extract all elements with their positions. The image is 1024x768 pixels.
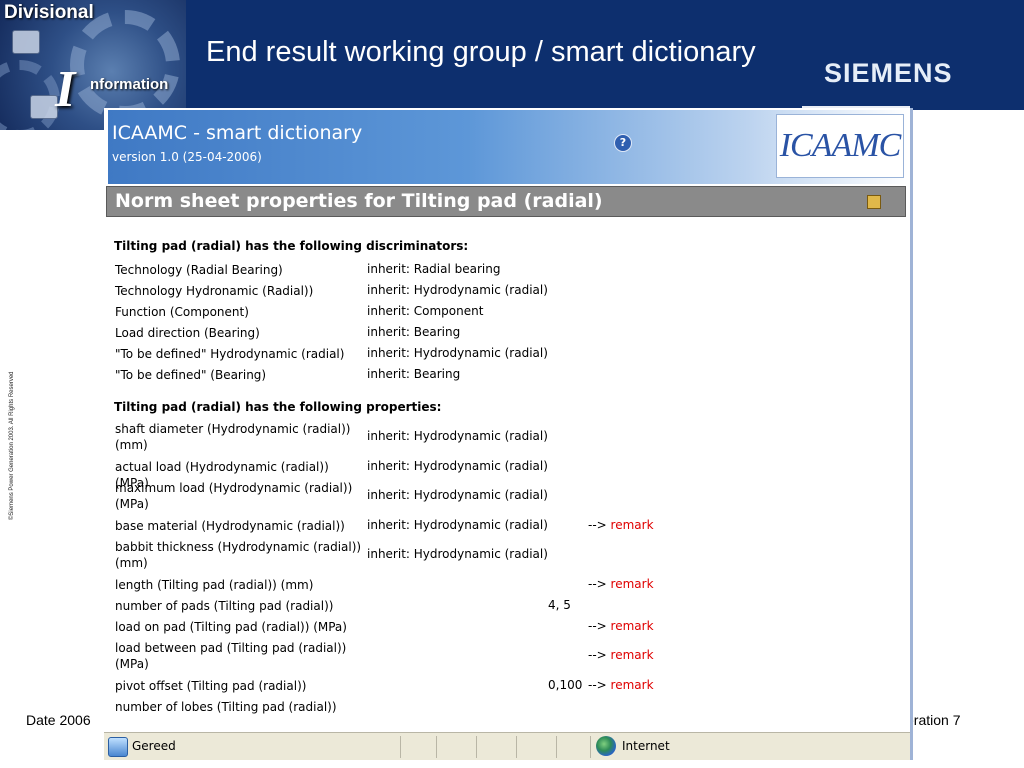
status-segment [436, 736, 477, 758]
keyboard-key-icon [30, 95, 58, 119]
discriminator-name: "To be defined" (Bearing) [115, 368, 267, 382]
property-name: maximum load (Hydrodynamic (radial)) (MP… [115, 481, 353, 511]
footer-right: eration 7 [906, 712, 961, 728]
status-segment [556, 736, 591, 758]
footer-date: Date 2006 [26, 712, 91, 728]
property-name: load on pad (Tilting pad (radial)) (MPa) [115, 620, 347, 634]
discriminators-heading: Tilting pad (radial) has the following d… [114, 239, 469, 253]
property-value: inherit: Hydrodynamic (radial) [367, 488, 548, 502]
discriminator-value: inherit: Component [367, 304, 484, 318]
logo-word-divisional: Divisional [4, 2, 94, 23]
zone-segment [590, 736, 791, 758]
remark-link[interactable]: remark [611, 518, 654, 532]
discriminator-name: "To be defined" Hydrodynamic (radial) [115, 347, 345, 361]
arrow-text: --> [588, 577, 607, 591]
note-icon[interactable] [867, 195, 881, 209]
page-number: 7 [952, 712, 961, 728]
property-name: pivot offset (Tilting pad (radial)) [115, 679, 307, 693]
discriminator-value: inherit: Hydrodynamic (radial) [367, 283, 548, 297]
property-name: load between pad (Tilting pad (radial)) … [115, 641, 347, 671]
property-value: inherit: Hydrodynamic (radial) [367, 547, 548, 561]
discriminator-value: inherit: Hydrodynamic (radial) [367, 346, 548, 360]
property-value: inherit: Hydrodynamic (radial) [367, 518, 548, 532]
remark-link-group: --> remark [588, 518, 654, 532]
app-title-rest: - smart dictionary [187, 122, 363, 144]
property-name: base material (Hydrodynamic (radial)) [115, 519, 345, 533]
arrow-text: --> [588, 648, 607, 662]
keyboard-key-icon [12, 30, 40, 54]
property-extra: 0,100 [548, 678, 583, 692]
help-icon[interactable]: ? [614, 134, 632, 152]
gear-icon [70, 10, 180, 120]
remark-link[interactable]: remark [611, 577, 654, 591]
remark-link[interactable]: remark [611, 648, 654, 662]
globe-icon [596, 736, 616, 756]
discriminator-name: Load direction (Bearing) [115, 326, 260, 340]
arrow-text: --> [588, 678, 607, 692]
section-bar: Norm sheet properties for Tilting pad (r… [106, 186, 906, 217]
discriminator-name: Function (Component) [115, 305, 249, 319]
zone-text: Internet [622, 739, 670, 753]
property-name: babbit thickness (Hydrodynamic (radial))… [115, 540, 362, 570]
status-segment [516, 736, 557, 758]
status-segment [476, 736, 517, 758]
siemens-logo: SIEMENS [824, 58, 953, 88]
logo-big-letter: I [55, 61, 76, 118]
properties-heading: Tilting pad (radial) has the following p… [114, 400, 442, 414]
property-name: shaft diameter (Hydrodynamic (radial)) (… [115, 422, 351, 452]
discriminator-value: inherit: Bearing [367, 367, 461, 381]
app-title-main: ICAAMC [112, 122, 188, 144]
logo-word-information: nformation [90, 76, 169, 93]
status-segment [400, 736, 437, 758]
app-title: ICAAMC - smart dictionary [112, 122, 362, 144]
section-title: Norm sheet properties for Tilting pad (r… [115, 190, 603, 212]
property-value: inherit: Hydrodynamic (radial) [367, 459, 548, 473]
browser-window: ICAAMC - smart dictionary version 1.0 (2… [104, 108, 913, 760]
property-name: number of pads (Tilting pad (radial)) [115, 599, 334, 613]
property-name: number of lobes (Tilting pad (radial)) [115, 700, 337, 714]
discriminator-value: inherit: Radial bearing [367, 262, 501, 276]
copyright-notice: ©Siemens Power Generation 2003. All Righ… [9, 371, 15, 521]
app-header: ICAAMC - smart dictionary version 1.0 (2… [108, 110, 908, 184]
discriminator-name: Technology (Radial Bearing) [115, 263, 283, 277]
property-value: inherit: Hydrodynamic (radial) [367, 429, 548, 443]
remark-link[interactable]: remark [611, 678, 654, 692]
arrow-text: --> [588, 518, 607, 532]
remark-link-group: --> remark [588, 577, 654, 591]
slide-title: End result working group / smart diction… [206, 36, 756, 68]
property-extra: 4, 5 [548, 598, 571, 612]
discriminator-value: inherit: Bearing [367, 325, 461, 339]
icaamc-logo: ICAAMC [776, 114, 904, 178]
app-version: version 1.0 (25-04-2006) [112, 150, 262, 164]
remark-link-group: --> remark [588, 678, 654, 692]
arrow-text: --> [588, 619, 607, 633]
remark-link-group: --> remark [588, 619, 654, 633]
status-bar: Gereed Internet [104, 732, 910, 760]
property-name: length (Tilting pad (radial)) (mm) [115, 578, 314, 592]
remark-link[interactable]: remark [611, 619, 654, 633]
discriminator-name: Technology Hydronamic (Radial)) [115, 284, 314, 298]
remark-link-group: --> remark [588, 648, 654, 662]
status-text: Gereed [132, 739, 176, 753]
page-icon [108, 737, 128, 757]
